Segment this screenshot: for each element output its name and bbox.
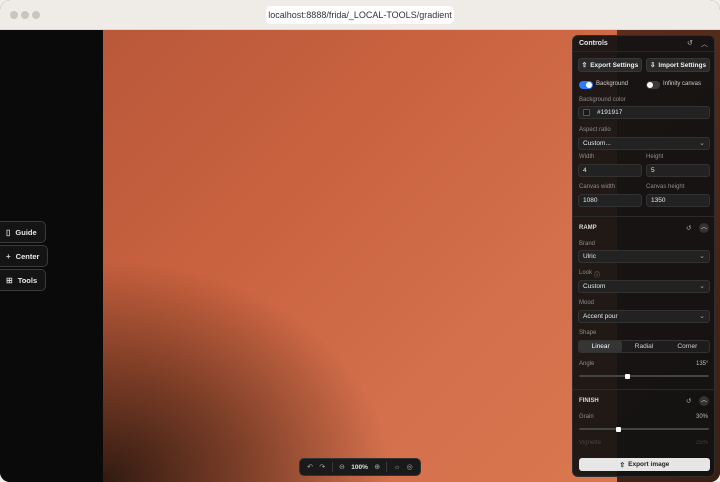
height-input[interactable]: 5 [646, 164, 710, 177]
maximize-window-dot[interactable] [32, 11, 40, 19]
grain-label: Grain [579, 414, 594, 420]
tools-label: Tools [17, 275, 38, 285]
shape-linear-option[interactable]: Linear [579, 341, 623, 352]
vignette-value: 25% [696, 440, 709, 446]
chevron-up-icon[interactable]: ︿ [701, 39, 708, 49]
close-window-dot[interactable] [10, 11, 18, 19]
ramp-collapse-icon[interactable]: ︿ [699, 223, 709, 233]
finish-collapse-icon[interactable]: ︿ [699, 396, 709, 406]
shape-label: Shape [579, 330, 597, 336]
look-label: Look [579, 270, 593, 276]
infinity-canvas-toggle[interactable] [646, 81, 660, 89]
plus-icon: + [6, 251, 11, 261]
aspect-ratio-label: Aspect ratio [579, 127, 611, 133]
brand-select[interactable]: Ulric ⌄ [578, 250, 710, 263]
angle-slider-track[interactable] [579, 375, 709, 377]
redo-icon[interactable]: ↷ [319, 463, 325, 471]
export-image-button[interactable]: ⇧ Export image [579, 458, 710, 471]
canvas-width-label: Canvas width [579, 184, 616, 190]
angle-slider-thumb[interactable] [625, 373, 631, 379]
sun-icon[interactable]: ☼ [394, 464, 400, 471]
background-toggle-label: Background [596, 81, 629, 87]
info-icon[interactable]: ⓘ [594, 270, 600, 279]
background-color-value: #191917 [597, 109, 623, 116]
browser-window: localhost:8888/frida/_LOCAL-TOOLS/gradie… [0, 0, 720, 482]
canvas-width-input[interactable]: 1080 [578, 194, 642, 207]
target-icon[interactable]: ◎ [407, 463, 413, 471]
aspect-ratio-value: Custom... [583, 140, 611, 147]
guide-button[interactable]: ▯ Guide [0, 221, 46, 243]
chevron-down-icon: ⌄ [699, 313, 705, 320]
shape-radial-option[interactable]: Radial [622, 341, 665, 352]
width-input[interactable]: 4 [578, 164, 642, 177]
book-icon: ▯ [6, 227, 11, 237]
brand-value: Ulric [583, 253, 596, 260]
width-label: Width [579, 154, 595, 160]
color-swatch[interactable] [583, 109, 590, 116]
look-select[interactable]: Custom ⌄ [578, 280, 710, 293]
panel-header: Controls ↺ ︿ [573, 36, 714, 52]
grain-slider-track[interactable] [579, 428, 709, 430]
chevron-down-icon: ⌄ [699, 253, 705, 260]
chevron-down-icon: ⌄ [699, 283, 705, 290]
zoom-out-icon[interactable]: ⊖ [339, 463, 345, 471]
tools-button[interactable]: ⊞ Tools [0, 269, 47, 291]
mood-label: Mood [579, 300, 595, 306]
angle-value: 135° [696, 361, 709, 367]
chevron-down-icon: ⌄ [699, 140, 705, 147]
center-button[interactable]: + Center [0, 245, 49, 267]
export-image-label: Export image [628, 461, 670, 468]
zoom-toolbar: ↶ ↷ ⊖ 100% ⊕ ☼ ◎ [299, 458, 421, 476]
background-color-field[interactable]: #191917 [578, 106, 710, 119]
guide-label: Guide [15, 227, 37, 237]
url-bar[interactable]: localhost:8888/frida/_LOCAL-TOOLS/gradie… [266, 6, 454, 24]
finish-reset-icon[interactable]: ↺ [686, 397, 691, 405]
grain-slider-thumb[interactable] [615, 426, 621, 432]
finish-section-title: FINISH [579, 398, 599, 404]
center-label: Center [15, 251, 40, 261]
angle-label: Angle [579, 361, 595, 367]
import-settings-label: Import Settings [658, 61, 707, 69]
zoom-in-icon[interactable]: ⊕ [374, 463, 380, 471]
shape-segmented-control: Linear Radial Corner [578, 340, 710, 353]
canvas-height-label: Canvas height [646, 184, 685, 190]
aspect-ratio-select[interactable]: Custom... ⌄ [578, 137, 710, 150]
upload-icon: ⇧ [581, 62, 588, 69]
upload-icon: ⇧ [619, 461, 626, 469]
background-toggle[interactable] [579, 81, 593, 89]
brand-label: Brand [579, 241, 596, 247]
ramp-section-title: RAMP [579, 225, 597, 231]
height-label: Height [646, 154, 664, 160]
mood-select[interactable]: Accent pour ⌄ [578, 310, 710, 323]
grid-icon: ⊞ [6, 275, 13, 285]
mood-value: Accent pour [583, 313, 618, 320]
canvas-height-input[interactable]: 1350 [646, 194, 710, 207]
ramp-reset-icon[interactable]: ↺ [686, 224, 691, 232]
zoom-level: 100% [351, 463, 368, 471]
background-color-label: Background color [579, 97, 626, 103]
panel-title: Controls [579, 40, 608, 47]
look-value: Custom [583, 283, 606, 290]
browser-titlebar: localhost:8888/frida/_LOCAL-TOOLS/gradie… [0, 0, 720, 30]
import-settings-button[interactable]: ⇩ Import Settings [646, 58, 710, 72]
grain-value: 30% [696, 414, 709, 420]
undo-icon[interactable]: ↶ [307, 463, 313, 471]
export-settings-button[interactable]: ⇧ Export Settings [578, 58, 642, 72]
controls-panel: Controls ↺ ︿ ⇧ Export Settings ⇩ Import … [572, 35, 715, 477]
export-settings-label: Export Settings [590, 61, 639, 69]
infinity-canvas-label: Infinity canvas [663, 81, 702, 87]
vignette-label: Vignette [579, 440, 601, 446]
gradient-canvas[interactable] [103, 30, 617, 482]
reset-icon[interactable]: ↺ [687, 39, 693, 47]
shape-corner-option[interactable]: Corner [666, 341, 709, 352]
minimize-window-dot[interactable] [21, 11, 29, 19]
download-icon: ⇩ [649, 62, 656, 69]
